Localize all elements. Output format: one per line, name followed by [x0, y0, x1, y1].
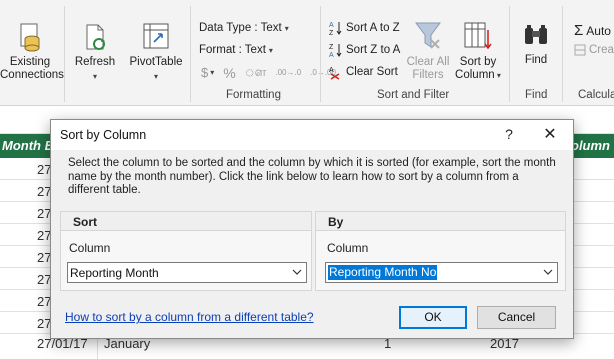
autosum-button[interactable]: Σ Auto: [574, 22, 611, 39]
create-label: Crea: [589, 44, 614, 56]
chevron-down-icon[interactable]: [292, 267, 302, 277]
pivottable-dropdown-icon[interactable]: ▾: [126, 70, 186, 83]
percent-button[interactable]: %: [223, 65, 235, 81]
clear-sort-icon: A: [329, 67, 340, 80]
binoculars-icon: [525, 25, 547, 44]
sort-panel-heading: Sort: [73, 215, 97, 229]
currency-dropdown-icon[interactable]: ▾: [210, 68, 214, 77]
data-type-dropdown[interactable]: Data Type : Text ▾: [199, 22, 289, 34]
by-column-select[interactable]: Reporting Month No: [325, 262, 558, 283]
refresh-label: Refresh: [74, 56, 116, 68]
create-kpi-button[interactable]: Crea: [574, 44, 614, 56]
chevron-down-icon[interactable]: [543, 267, 553, 277]
ok-button[interactable]: OK: [399, 306, 467, 329]
sort-column-value: Reporting Month: [70, 266, 159, 280]
ribbon-separator: [320, 6, 321, 102]
ribbon-separator: [562, 6, 563, 102]
clear-all-filters-label: Clear All Filters: [406, 56, 450, 81]
dialog-titlebar[interactable]: Sort by Column ? ✕: [51, 120, 573, 150]
ribbon-separator: [64, 6, 65, 102]
pivottable-label: PivotTable: [129, 56, 183, 68]
existing-connections-icon: [20, 23, 40, 52]
pivottable-icon: [143, 23, 169, 49]
cancel-button[interactable]: Cancel: [477, 306, 556, 329]
chevron-down-icon: ▾: [268, 45, 273, 55]
existing-connections-label: Existing Connections: [0, 56, 64, 81]
clear-sort-label: Clear Sort: [346, 66, 398, 78]
data-type-label: Data Type : Text: [199, 22, 282, 34]
sort-column-select[interactable]: Reporting Month: [67, 262, 307, 283]
find-label: Find: [524, 54, 548, 66]
svg-text:A: A: [329, 67, 334, 74]
chevron-down-icon: ▾: [494, 71, 501, 80]
sort-ascending-icon: A Z: [329, 22, 342, 36]
sort-by-column-button[interactable]: Sort by Column ▾: [452, 20, 504, 82]
by-column-label: Column: [327, 241, 369, 255]
sort-z-to-a-button[interactable]: Z A Sort Z to A: [329, 42, 400, 58]
sort-column-label: Column: [69, 241, 111, 255]
sort-by-column-dialog: Sort by Column ? ✕ Select the column to …: [50, 119, 574, 339]
find-button[interactable]: Find: [516, 22, 556, 67]
refresh-icon: [86, 24, 105, 50]
refresh-dropdown-icon[interactable]: ▾: [70, 70, 120, 83]
existing-connections-button[interactable]: Existing Connections: [0, 22, 64, 82]
sort-a-to-z-button[interactable]: A Z Sort A to Z: [329, 20, 400, 36]
ribbon: Existing Connections Refresh ▾ PivotTabl…: [0, 0, 614, 106]
by-panel-header: By: [316, 212, 565, 231]
svg-text:A: A: [329, 52, 334, 58]
sort-by-column-label: Sort by Column: [455, 56, 497, 81]
formatting-group-label: Formatting: [226, 89, 281, 101]
by-column-value: Reporting Month No: [328, 265, 438, 280]
help-link[interactable]: How to sort by a column from a different…: [65, 310, 314, 324]
pivottable-button[interactable]: PivotTable ▾: [126, 22, 186, 83]
clear-sort-button[interactable]: A Clear Sort: [329, 64, 398, 80]
funnel-icon: [415, 22, 441, 49]
by-panel-heading: By: [328, 215, 344, 229]
refresh-button[interactable]: Refresh ▾: [70, 22, 120, 83]
ribbon-separator: [190, 6, 191, 102]
format-label: Format : Text: [199, 44, 266, 56]
find-group-label: Find: [525, 89, 548, 101]
currency-button[interactable]: $: [201, 65, 208, 80]
sort-and-filter-group-label: Sort and Filter: [377, 89, 450, 101]
autosum-label: Auto: [586, 23, 611, 38]
svg-text:A: A: [329, 22, 334, 29]
svg-text:Z: Z: [329, 30, 334, 36]
svg-text:Z: Z: [329, 44, 334, 51]
number-format-row: $ ▾ % ௗ .00→.0 .0→.00: [201, 64, 336, 81]
comma-style-button[interactable]: ௗ: [245, 64, 267, 81]
dialog-title: Sort by Column: [60, 128, 147, 142]
sort-by-column-icon: [464, 22, 492, 50]
sort-panel-header: Sort: [61, 212, 311, 231]
by-panel: By Column Reporting Month No: [315, 211, 566, 291]
calculations-group-label: Calcula: [578, 89, 614, 101]
clear-all-filters-button[interactable]: Clear All Filters: [403, 20, 453, 82]
sort-z-to-a-label: Sort Z to A: [346, 44, 401, 56]
chevron-down-icon: ▾: [284, 23, 289, 33]
help-button[interactable]: ?: [501, 126, 517, 142]
sort-a-to-z-label: Sort A to Z: [346, 22, 400, 34]
dialog-description: Select the column to be sorted and the c…: [68, 157, 556, 196]
sort-panel: Sort Column Reporting Month: [60, 211, 312, 291]
kpi-icon: [574, 44, 586, 56]
format-dropdown[interactable]: Format : Text ▾: [199, 44, 273, 56]
increase-decimal-button[interactable]: .00→.0: [275, 68, 301, 77]
close-icon[interactable]: ✕: [541, 124, 559, 144]
ribbon-separator: [509, 6, 510, 102]
sigma-icon: Σ: [574, 22, 584, 39]
column-header-sort-column[interactable]: olumn: [571, 134, 614, 158]
sort-descending-icon: Z A: [329, 44, 342, 58]
